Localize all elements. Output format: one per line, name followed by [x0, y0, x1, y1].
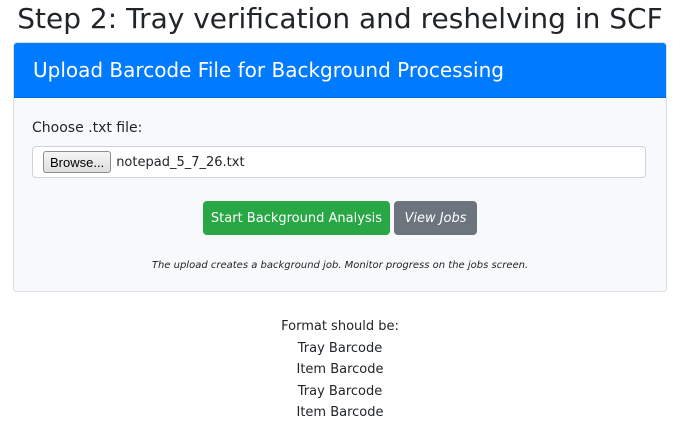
format-line-tray-1: Tray Barcode: [297, 340, 383, 356]
card-body: Choose .txt file: Browse... notepad_5_7_…: [14, 98, 666, 291]
format-heading: Format should be:: [281, 319, 399, 334]
start-analysis-button[interactable]: Start Background Analysis: [203, 201, 390, 235]
card-header: Upload Barcode File for Background Proce…: [14, 43, 666, 98]
upload-card: Upload Barcode File for Background Proce…: [13, 42, 667, 292]
format-line-item-1: Item Barcode: [296, 362, 384, 377]
file-label: Choose .txt file:: [32, 120, 143, 136]
page-title: Step 2: Tray verification and reshelving…: [17, 2, 663, 35]
action-buttons: Start Background Analysis View Jobs: [14, 201, 666, 235]
upload-note: The upload creates a background job. Mon…: [151, 260, 529, 271]
format-line-item-2: Item Barcode: [296, 405, 384, 420]
view-jobs-button[interactable]: View Jobs: [394, 201, 477, 235]
file-input[interactable]: Browse... notepad_5_7_26.txt: [32, 146, 646, 178]
page: Step 2: Tray verification and reshelving…: [0, 0, 680, 435]
browse-button[interactable]: Browse...: [43, 151, 112, 173]
format-line-tray-2: Tray Barcode: [297, 383, 383, 399]
format-instructions: Format should be: Tray Barcode Item Barc…: [0, 316, 680, 424]
selected-file-name: notepad_5_7_26.txt: [116, 154, 245, 170]
